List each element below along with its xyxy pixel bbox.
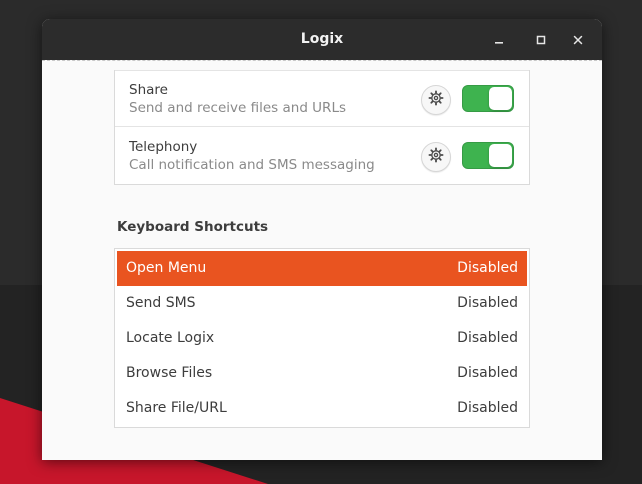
share-settings-button[interactable]: [421, 85, 451, 115]
maximize-button[interactable]: [530, 29, 552, 51]
shortcut-accelerator: Disabled: [457, 400, 518, 416]
keyboard-shortcuts-heading: Keyboard Shortcuts: [117, 219, 269, 235]
toggle-knob: [489, 144, 512, 167]
shortcut-row-browse-files[interactable]: Browse Files Disabled: [117, 356, 527, 391]
share-toggle[interactable]: [462, 85, 514, 112]
shortcut-accelerator: Disabled: [457, 260, 518, 276]
shortcut-list: Open Menu Disabled Send SMS Disabled Loc…: [114, 248, 530, 428]
shortcut-accelerator: Disabled: [457, 330, 518, 346]
minimize-icon: [493, 34, 505, 46]
shortcut-row-open-menu[interactable]: Open Menu Disabled: [117, 251, 527, 286]
telephony-settings-button[interactable]: [421, 142, 451, 172]
shortcut-row-send-sms[interactable]: Send SMS Disabled: [117, 286, 527, 321]
close-button[interactable]: [567, 29, 589, 51]
shortcut-action: Open Menu: [126, 260, 207, 276]
window-content[interactable]: Share Send and receive files and URLs Te…: [42, 60, 602, 460]
plugin-description: Send and receive files and URLs: [129, 100, 346, 116]
minimize-button[interactable]: [488, 29, 510, 51]
shortcut-action: Send SMS: [126, 295, 196, 311]
window-title: Logix: [300, 31, 344, 47]
shortcut-row-share-file-url[interactable]: Share File/URL Disabled: [117, 391, 527, 426]
gear-icon: [428, 147, 444, 167]
plugin-list: Share Send and receive files and URLs Te…: [114, 70, 530, 185]
plugin-row-telephony[interactable]: Telephony Call notification and SMS mess…: [115, 127, 529, 183]
gear-icon: [428, 90, 444, 110]
logix-window: Logix Share Send and receive files and U…: [42, 19, 602, 460]
maximize-icon: [535, 34, 547, 46]
close-icon: [572, 34, 584, 46]
telephony-toggle[interactable]: [462, 142, 514, 169]
shortcut-action: Locate Logix: [126, 330, 215, 346]
plugin-name: Share: [129, 82, 168, 98]
toggle-knob: [489, 87, 512, 110]
shortcut-accelerator: Disabled: [457, 365, 518, 381]
scroll-shadow-edge: [42, 60, 602, 61]
shortcut-accelerator: Disabled: [457, 295, 518, 311]
plugin-description: Call notification and SMS messaging: [129, 157, 375, 173]
shortcut-action: Browse Files: [126, 365, 213, 381]
divider: [115, 70, 529, 71]
shortcut-row-locate-logix[interactable]: Locate Logix Disabled: [117, 321, 527, 356]
title-bar[interactable]: Logix: [42, 19, 602, 60]
shortcut-action: Share File/URL: [126, 400, 227, 416]
desktop-background: Logix Share Send and receive files and U…: [0, 0, 642, 484]
plugin-name: Telephony: [129, 139, 198, 155]
plugin-row-share[interactable]: Share Send and receive files and URLs: [115, 70, 529, 127]
